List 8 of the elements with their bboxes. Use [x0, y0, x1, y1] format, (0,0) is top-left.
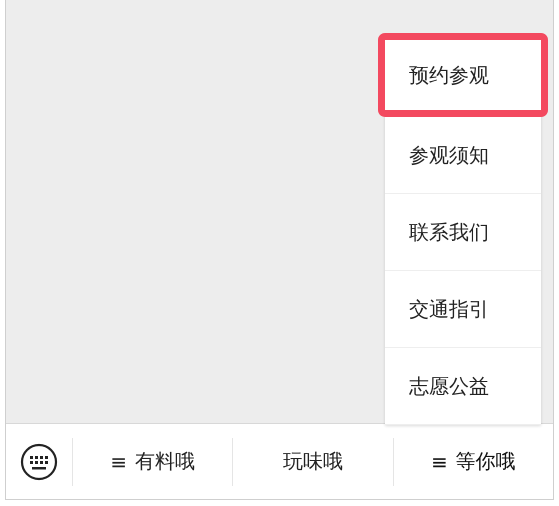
menu-bar-item[interactable]: ≡ 有料哦 — [73, 438, 232, 486]
submenu-item[interactable]: 参观须知 — [385, 117, 541, 194]
menu-bar-item[interactable]: ≡ 等你哦 — [392, 438, 553, 486]
submenu-item[interactable]: 交通指引 — [385, 271, 541, 348]
keyboard-icon[interactable] — [20, 442, 58, 480]
submenu-item[interactable]: 预约参观 — [378, 33, 548, 117]
submenu-item[interactable]: 联系我们 — [385, 194, 541, 271]
menu-bar-item[interactable]: 玩味哦 — [232, 438, 393, 486]
